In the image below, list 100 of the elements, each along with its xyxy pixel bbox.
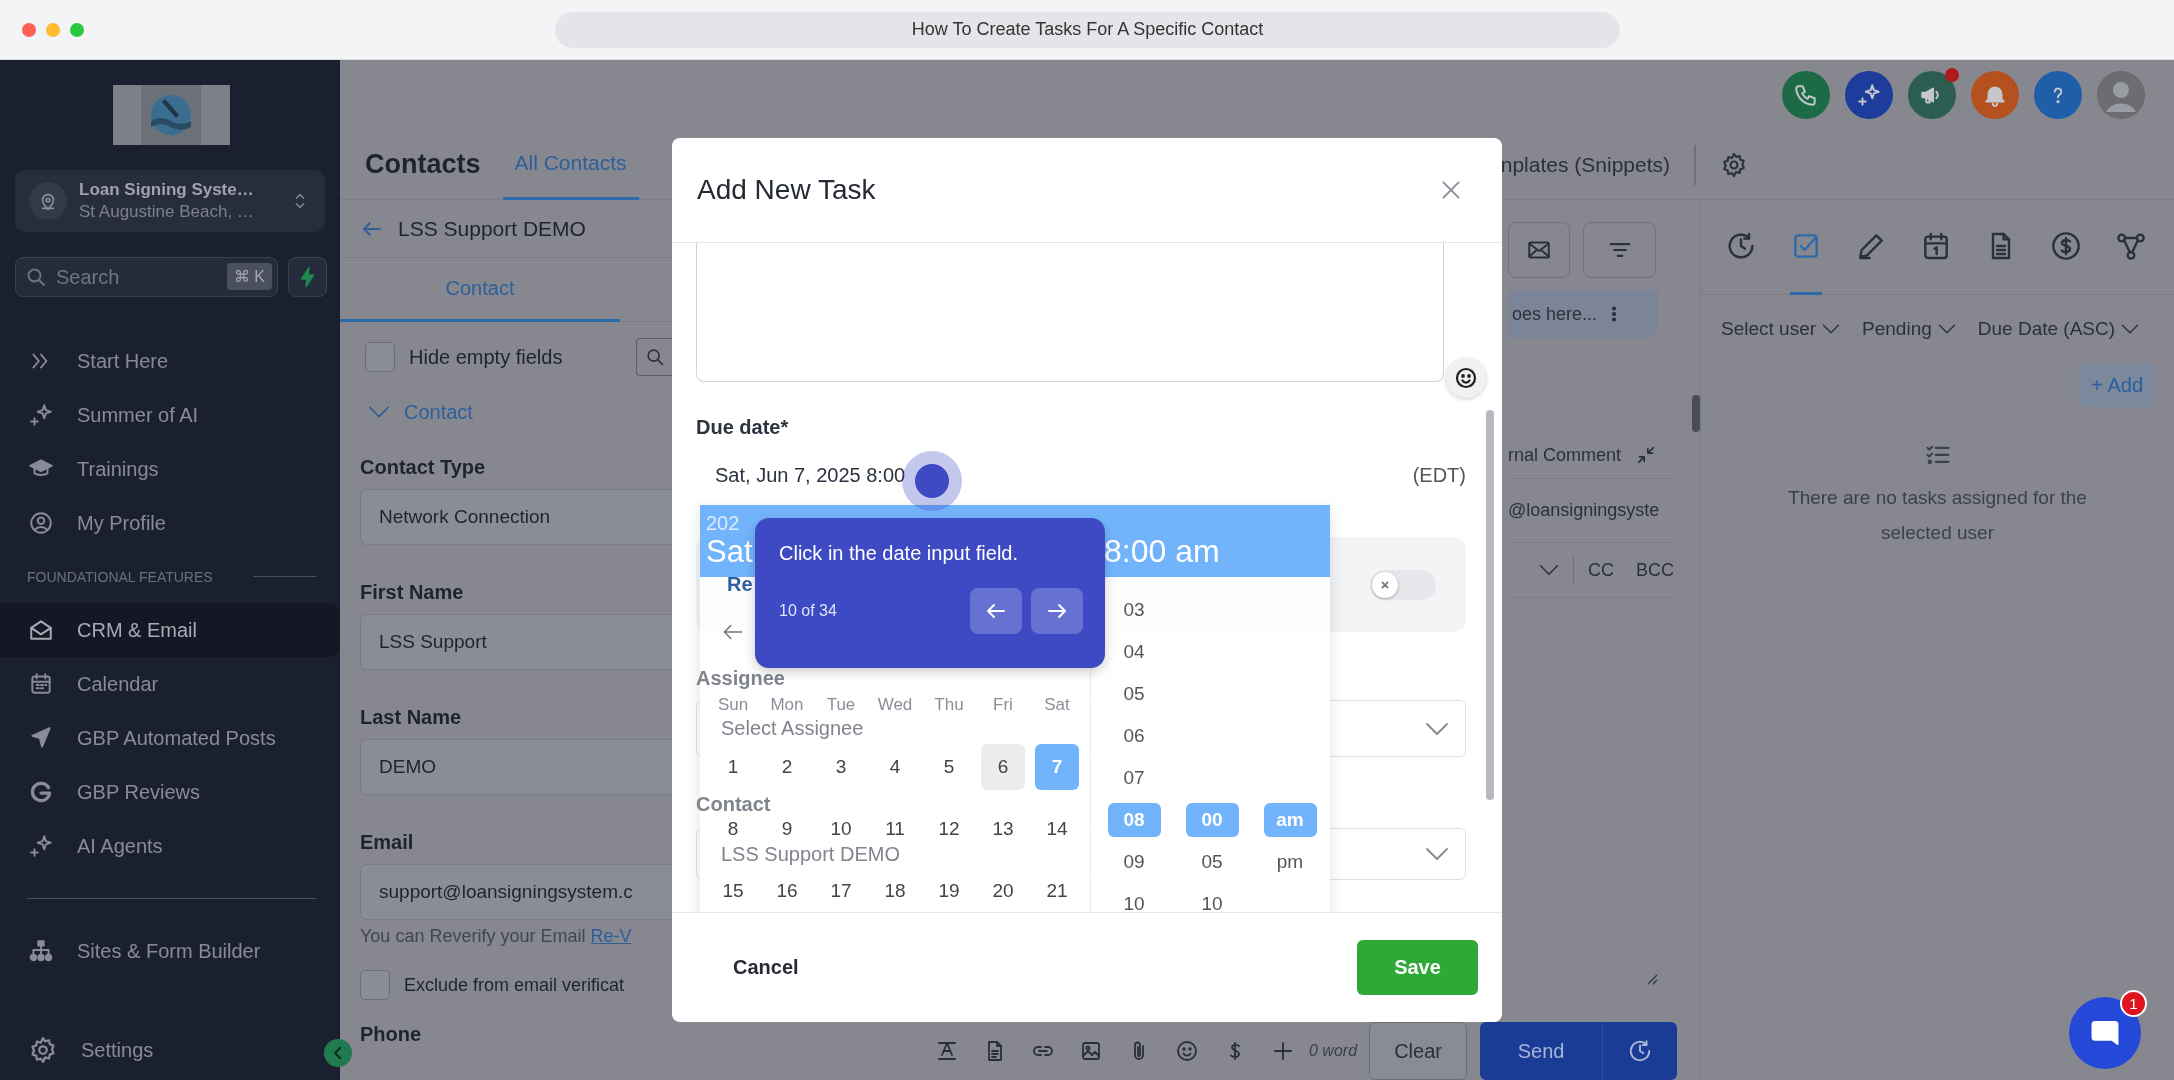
close-window-button[interactable] (22, 22, 36, 37)
location-switcher[interactable]: Loan Signing Syste… St Augustine Beach, … (15, 170, 325, 232)
scrollbar-thumb[interactable] (1692, 395, 1700, 432)
calendar-day[interactable]: 20 (981, 868, 1025, 912)
empty-message: There are no tasks assigned for the selected user (1787, 486, 2088, 545)
text-format-icon[interactable] (935, 1039, 959, 1063)
calendar-day[interactable]: 6 (981, 744, 1025, 790)
location-name: Loan Signing Syste… (79, 180, 254, 200)
settings-icon[interactable] (1720, 150, 1748, 179)
calendar-day[interactable]: 17 (819, 868, 863, 912)
sidebar-item[interactable]: Trainings (0, 442, 340, 496)
tab[interactable]: nplates (Snippets) (1500, 152, 1670, 177)
toggle-switch[interactable] (1370, 569, 1436, 600)
calendar-day[interactable]: 16 (765, 868, 809, 912)
emoji-button[interactable] (1446, 358, 1486, 398)
navigation-arrow-icon (28, 725, 54, 751)
scrollbar-thumb[interactable] (1486, 410, 1494, 800)
tooltip-text: Click in the date input field. (779, 541, 1020, 566)
nodes-icon (2115, 230, 2147, 262)
smiley-icon (1454, 366, 1478, 390)
weekday-label: Tue (825, 694, 857, 716)
sidebar-item[interactable]: Calendar (0, 657, 340, 711)
cc-link[interactable]: CC (1588, 559, 1614, 581)
date-label: Sat (706, 535, 753, 569)
sidebar-item[interactable]: Summer of AI (0, 388, 340, 442)
calendar-day[interactable]: 4 (873, 744, 917, 790)
hour-option[interactable]: 04 (1107, 635, 1161, 669)
plus-icon[interactable] (1271, 1039, 1295, 1063)
sidebar-item[interactable]: Sites & Form Builder (0, 924, 340, 978)
checkbox[interactable] (360, 970, 390, 1000)
clear-button[interactable]: Clear (1369, 1022, 1468, 1080)
cancel-button[interactable]: Cancel (733, 956, 799, 979)
calendar-day[interactable]: 21 (1035, 868, 1079, 912)
hour-option[interactable]: 06 (1107, 719, 1161, 753)
sitemap-icon (28, 938, 54, 964)
calendar-day[interactable]: 2 (765, 744, 809, 790)
calendar-day[interactable]: 18 (873, 868, 917, 912)
send-button[interactable]: Send (1480, 1022, 1603, 1080)
minute-option[interactable]: 05 (1185, 845, 1239, 879)
checkbox-label: Hide empty fields (409, 345, 563, 369)
quick-action-button[interactable] (288, 257, 327, 297)
period-option[interactable]: pm (1263, 845, 1317, 879)
filter-dropdown[interactable]: Pending (1862, 318, 1956, 340)
megaphone-button[interactable] (1908, 71, 1956, 119)
calendar-day[interactable]: 13 (981, 806, 1025, 852)
weekday-label: Wed (876, 694, 914, 716)
minute-option[interactable]: 10 (1185, 887, 1239, 912)
calendar-day[interactable]: 19 (927, 868, 971, 912)
input-field[interactable]: DEMO (360, 739, 672, 795)
calendar-day[interactable]: 14 (1035, 806, 1079, 852)
input-field[interactable]: LSS Support (360, 614, 672, 670)
date-field[interactable]: Sat, Jun 7, 2025 8:00 (EDT) (696, 458, 1466, 492)
sidebar-item[interactable]: Start Here (0, 334, 340, 388)
email-button[interactable] (1508, 222, 1570, 278)
weekday-label: Fri (992, 694, 1014, 716)
user-circle-icon (28, 510, 54, 536)
shortcut-hint: ⌘ K (226, 263, 272, 290)
time-label: 8:00 am (1104, 533, 1221, 569)
field-label: Last Name (360, 705, 463, 730)
sidebar-item[interactable]: CRM & Email (0, 603, 340, 657)
next-button[interactable] (1031, 588, 1083, 634)
weekday-label: Sun (716, 694, 750, 716)
calendar-day[interactable]: 12 (927, 806, 971, 852)
timezone-label: (EDT) (1412, 463, 1466, 487)
hour-option[interactable]: 09 (1107, 845, 1161, 879)
sidebar-item[interactable]: My Profile (0, 496, 340, 550)
sparkle-icon (1856, 82, 1882, 108)
input-field[interactable]: support@loansigningsystem.c (360, 864, 672, 920)
checkbox[interactable] (365, 342, 395, 372)
helper-text: You can Reverify your Email Re-V (360, 925, 633, 948)
calendar-day[interactable]: 15 (711, 868, 755, 912)
dollar-icon (2050, 230, 2082, 262)
filter-dropdown[interactable]: Select user (1721, 318, 1841, 340)
sidebar-item[interactable]: AI Agents (0, 819, 340, 873)
sidebar-item[interactable]: GBP Automated Posts (0, 711, 340, 765)
previous-button[interactable] (970, 588, 1022, 634)
emoji-icon[interactable] (1175, 1039, 1199, 1063)
bcc-link[interactable]: BCC (1636, 559, 1674, 581)
bell-button[interactable] (1971, 71, 2019, 119)
filter-dropdown[interactable]: Due Date (ASC) (1977, 318, 2140, 340)
calendar-day[interactable]: 1 (711, 744, 755, 790)
hour-option[interactable]: 05 (1107, 677, 1161, 711)
input-field[interactable]: Network Connection (360, 489, 672, 545)
save-button[interactable]: Save (1357, 940, 1478, 995)
phone-button[interactable] (1782, 71, 1830, 119)
calendar-day[interactable]: 5 (927, 744, 971, 790)
sidebar-item[interactable]: Settings (0, 1023, 316, 1077)
hour-option[interactable]: 07 (1107, 761, 1161, 795)
calendar-day[interactable]: 3 (819, 744, 863, 790)
recurring-label: Re (727, 573, 753, 596)
schedule-button[interactable] (1602, 1022, 1678, 1080)
image-icon[interactable] (1079, 1039, 1103, 1063)
maximize-window-button[interactable] (70, 22, 84, 37)
sparkle-button[interactable] (1845, 71, 1893, 119)
sidebar-item[interactable]: GBP Reviews (0, 765, 340, 819)
page-title: Contacts (364, 149, 481, 180)
address-bar[interactable]: How To Create Tasks For A Specific Contact (555, 11, 1620, 48)
hour-option[interactable]: 10 (1107, 887, 1161, 912)
hour-option[interactable]: 03 (1107, 593, 1161, 627)
tab[interactable]: rnal Comment (1508, 444, 1622, 466)
